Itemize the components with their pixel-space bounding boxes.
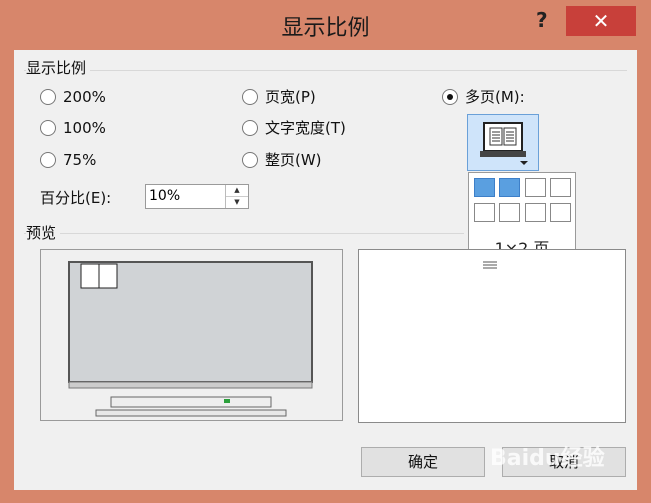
- monitor-icon: [480, 122, 528, 165]
- percent-spinner[interactable]: 10% ▲ ▼: [145, 184, 249, 209]
- page-grid-cell[interactable]: [474, 203, 495, 222]
- page-grid-cell[interactable]: [474, 178, 495, 197]
- title-bar[interactable]: 显示比例 ? ✕: [0, 0, 651, 50]
- spin-buttons: ▲ ▼: [225, 185, 248, 208]
- spin-down-icon[interactable]: ▼: [226, 197, 248, 208]
- radio-75-percent[interactable]: 75%: [40, 150, 96, 170]
- small-page-icon: [483, 261, 497, 269]
- radio-whole-page[interactable]: 整页(W): [242, 150, 322, 170]
- page-grid-cell[interactable]: [499, 203, 520, 222]
- radio-label: 页宽(P): [265, 88, 316, 106]
- radio-label: 文字宽度(T): [265, 119, 346, 137]
- zoom-group-line: [24, 70, 627, 71]
- radio-circle[interactable]: [242, 120, 258, 136]
- many-pages-button[interactable]: [467, 114, 539, 171]
- radio-text-width[interactable]: 文字宽度(T): [242, 118, 346, 138]
- page-grid-cell[interactable]: [499, 178, 520, 197]
- radio-label: 200%: [63, 88, 106, 106]
- watermark-logo: Baidu经验: [490, 446, 605, 471]
- monitor-preview-icon: [68, 261, 313, 417]
- preview-group-label: 预览: [26, 222, 61, 243]
- page-grid-cell[interactable]: [550, 178, 571, 197]
- percent-input[interactable]: 10%: [149, 188, 180, 204]
- ok-button[interactable]: 确定: [361, 447, 485, 477]
- radio-200-percent[interactable]: 200%: [40, 87, 106, 107]
- radio-circle[interactable]: [40, 152, 56, 168]
- page-grid-cell[interactable]: [525, 203, 546, 222]
- radio-page-width[interactable]: 页宽(P): [242, 87, 316, 107]
- page-grid-cell[interactable]: [525, 178, 546, 197]
- radio-label: 75%: [63, 151, 97, 169]
- percent-label: 百分比(E):: [40, 189, 112, 207]
- zoom-dialog: 显示比例 ? ✕ 显示比例 200% 100% 75% 页宽(P) 文字宽度(T…: [0, 0, 651, 503]
- zoom-group-label: 显示比例: [26, 57, 91, 78]
- monitor-preview: [40, 249, 343, 421]
- dialog-body: 显示比例 200% 100% 75% 页宽(P) 文字宽度(T) 整页(W) 多…: [14, 50, 637, 490]
- radio-circle[interactable]: [40, 89, 56, 105]
- page-preview: [358, 249, 626, 423]
- page-grid-cell[interactable]: [550, 203, 571, 222]
- radio-label: 100%: [63, 119, 106, 137]
- close-button[interactable]: ✕: [566, 6, 636, 36]
- spin-up-icon[interactable]: ▲: [226, 185, 248, 197]
- radio-circle[interactable]: [242, 152, 258, 168]
- radio-100-percent[interactable]: 100%: [40, 118, 106, 138]
- radio-circle[interactable]: [242, 89, 258, 105]
- dialog-title: 显示比例: [281, 16, 370, 41]
- help-icon[interactable]: ?: [536, 8, 548, 32]
- preview-group-line: [24, 233, 464, 234]
- radio-many-pages[interactable]: 多页(M):: [442, 87, 525, 107]
- radio-circle-selected[interactable]: [442, 89, 458, 105]
- radio-circle[interactable]: [40, 120, 56, 136]
- radio-label: 整页(W): [265, 151, 322, 169]
- radio-label: 多页(M):: [465, 88, 525, 106]
